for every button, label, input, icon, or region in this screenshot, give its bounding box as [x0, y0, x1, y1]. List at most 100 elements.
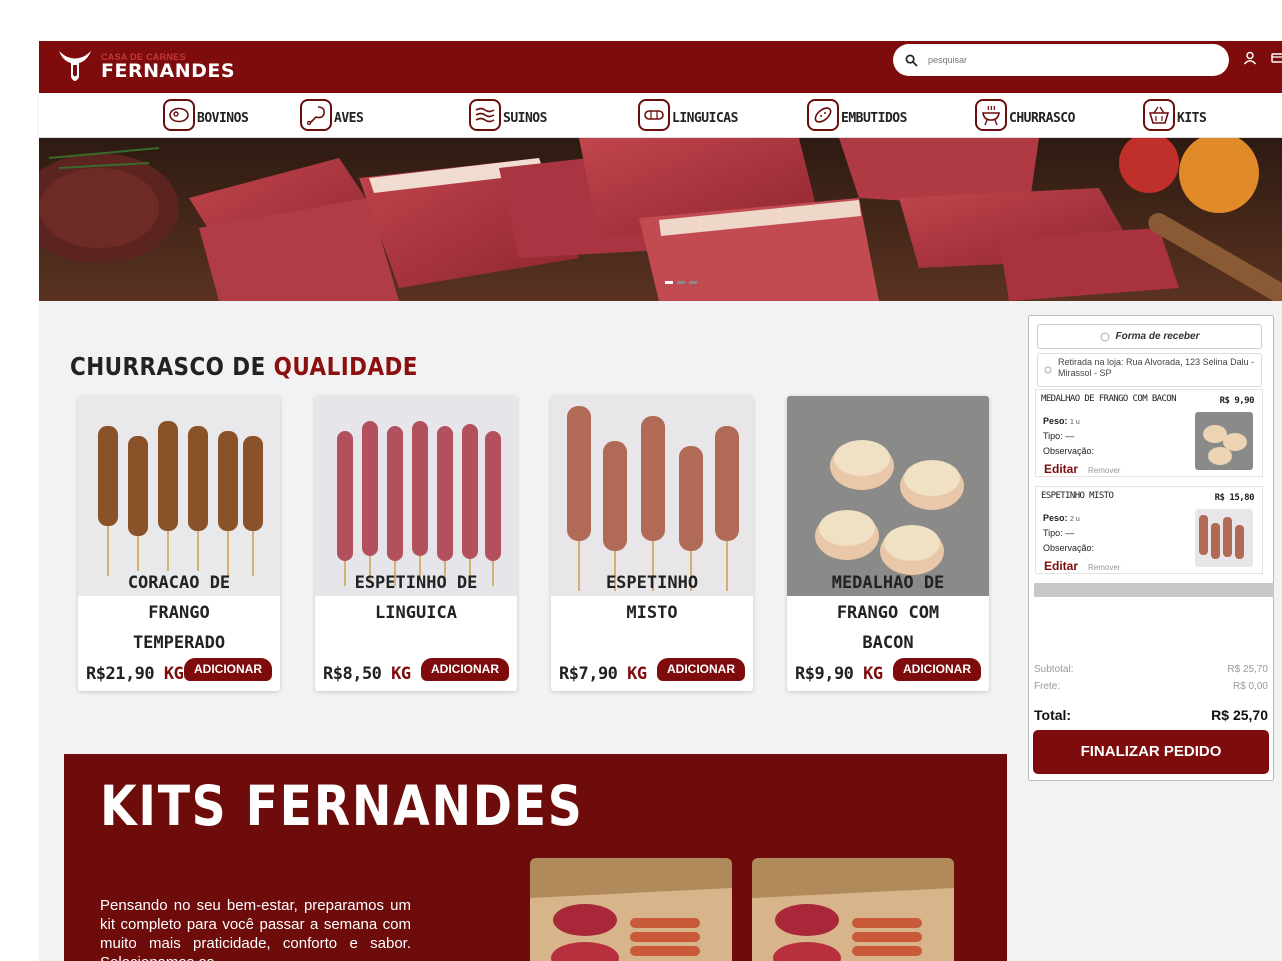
type-label: Tipo: — [1043, 528, 1063, 538]
basket-icon — [1143, 99, 1175, 131]
cart-item-type: Tipo: — — [1043, 431, 1074, 441]
total-value: R$ 25,70 — [1211, 707, 1268, 723]
category-label: KITS — [1177, 110, 1207, 126]
product-image — [315, 396, 517, 596]
product-card[interactable]: MEDALHAO DE FRANGO COM BACON R$9,90 KG A… — [787, 396, 989, 691]
cart-panel: Forma de receber Retirada na loja: Rua A… — [1028, 315, 1274, 781]
category-label: AVES — [334, 110, 364, 126]
category-embutidos[interactable]: EMBUTIDOS — [807, 99, 907, 131]
remove-item-button[interactable]: Remover — [1088, 563, 1120, 572]
search-input[interactable] — [928, 55, 1208, 65]
shipping-value: R$ 0,00 — [1232, 681, 1268, 692]
add-to-cart-button[interactable]: ADICIONAR — [421, 658, 509, 681]
category-bar: BOVINOS AVES SUINOS LINGUICAS EMBUTIDOS … — [39, 93, 1282, 138]
price-value: R$8,50 — [323, 664, 382, 684]
kits-description: Pensando no seu bem-estar, preparamos um… — [100, 897, 411, 961]
product-image — [78, 396, 280, 596]
price-unit: KG — [391, 664, 411, 684]
kits-section: KITS FERNANDES Pensando no seu bem-estar… — [64, 754, 1007, 961]
product-price: R$8,50 KG — [323, 664, 411, 684]
top-header: CASA DE CARNES FERNANDES — [39, 41, 1282, 93]
total-row: Total: R$ 25,70 — [1034, 707, 1268, 723]
edit-item-button[interactable]: Editar — [1044, 462, 1078, 476]
type-value: — — [1065, 431, 1075, 441]
product-image — [551, 396, 753, 596]
cart-item-weight: Peso: 1 u — [1043, 416, 1080, 426]
edit-item-button[interactable]: Editar — [1044, 559, 1078, 573]
receive-method-label: Forma de receber — [1115, 331, 1200, 342]
search-bar[interactable] — [893, 44, 1229, 76]
add-to-cart-button[interactable]: ADICIONAR — [657, 658, 745, 681]
category-linguicas[interactable]: LINGUICAS — [638, 99, 738, 131]
category-churrasco[interactable]: CHURRASCO — [975, 99, 1075, 131]
total-label: Total: — [1034, 707, 1072, 723]
page: CASA DE CARNES FERNANDES BOVINOS AVES SU… — [0, 0, 1282, 961]
radio-icon[interactable] — [1044, 366, 1052, 374]
cart-item-name: ESPETINHO MISTO — [1041, 491, 1114, 501]
section-title: CHURRASCO DE QUALIDADE — [70, 352, 418, 381]
cart-item-type: Tipo: — — [1043, 528, 1074, 538]
weight-label: Peso: — [1043, 416, 1068, 426]
product-card[interactable]: ESPETINHO MISTO R$7,90 KG ADICIONAR — [551, 396, 753, 691]
product-card[interactable]: CORACAO DE FRANGO TEMPERADO R$21,90 KG A… — [78, 396, 280, 691]
hero-banner[interactable] — [39, 138, 1282, 301]
logo[interactable]: CASA DE CARNES FERNANDES — [55, 41, 235, 93]
cart-item: MEDALHAO DE FRANGO COM BACON R$ 9,90 Pes… — [1035, 389, 1263, 477]
carousel-dot[interactable] — [689, 281, 697, 284]
cart-item-observation: Observação: — [1043, 446, 1095, 456]
product-price: R$21,90 KG — [86, 664, 184, 684]
pickup-option[interactable]: Retirada na loja: Rua Alvorada, 123 Seli… — [1037, 353, 1262, 387]
product-name: MEDALHAO DE FRANGO COM BACON — [831, 573, 945, 653]
cart-item-observation: Observação: — [1043, 543, 1095, 553]
checkout-button[interactable]: FINALIZAR PEDIDO — [1033, 730, 1269, 774]
kits-title: KITS FERNANDES — [100, 774, 584, 838]
section-title-part1: CHURRASCO DE — [70, 352, 274, 381]
meat-banner-image — [39, 138, 1282, 301]
subtotal-label: Subtotal: — [1034, 664, 1074, 675]
search-icon[interactable] — [905, 54, 918, 67]
cart-scrollbar[interactable] — [1034, 583, 1274, 597]
pickup-address: Retirada na loja: Rua Alvorada, 123 Seli… — [1058, 357, 1255, 378]
category-label: CHURRASCO — [1009, 110, 1075, 126]
kit-image[interactable] — [752, 858, 954, 961]
product-image — [787, 396, 989, 596]
cart-item-price: R$ 15,80 — [1214, 493, 1255, 503]
carousel-dot[interactable] — [677, 281, 685, 284]
price-unit: KG — [863, 664, 883, 684]
cart-icon[interactable] — [1271, 51, 1282, 65]
carousel-dot[interactable] — [665, 281, 673, 284]
type-value: — — [1065, 528, 1075, 538]
product-card[interactable]: ESPETINHO DE LINGUICA R$8,50 KG ADICIONA… — [315, 396, 517, 691]
cart-item-image — [1195, 509, 1253, 567]
grill-icon — [975, 99, 1007, 131]
product-name: ESPETINHO MISTO — [605, 573, 699, 623]
category-label: LINGUICAS — [672, 110, 738, 126]
category-suinos[interactable]: SUINOS — [469, 99, 547, 131]
add-to-cart-button[interactable]: ADICIONAR — [893, 658, 981, 681]
add-to-cart-button[interactable]: ADICIONAR — [184, 658, 272, 681]
product-name: ESPETINHO DE LINGUICA — [354, 573, 478, 623]
sausage-icon — [638, 99, 670, 131]
category-label: BOVINOS — [197, 110, 249, 126]
price-value: R$9,90 — [795, 664, 854, 684]
section-title-accent: QUALIDADE — [273, 352, 418, 381]
weight-value: 2 u — [1070, 516, 1080, 523]
category-bovinos[interactable]: BOVINOS — [163, 99, 249, 131]
category-label: SUINOS — [503, 110, 547, 126]
carousel-dots — [665, 281, 697, 284]
weight-value: 1 u — [1070, 419, 1080, 426]
category-label: EMBUTIDOS — [841, 110, 907, 126]
price-value: R$7,90 — [559, 664, 618, 684]
salami-icon — [807, 99, 839, 131]
steak-icon — [163, 99, 195, 131]
kit-image[interactable] — [530, 858, 732, 961]
remove-item-button[interactable]: Remover — [1088, 466, 1120, 475]
category-aves[interactable]: AVES — [300, 99, 364, 131]
receive-method-selector[interactable]: Forma de receber — [1037, 324, 1262, 349]
chicken-leg-icon — [300, 99, 332, 131]
user-icon[interactable] — [1243, 51, 1257, 65]
type-label: Tipo: — [1043, 431, 1063, 441]
product-name: CORACAO DE FRANGO TEMPERADO — [127, 573, 231, 653]
cart-item-image — [1195, 412, 1253, 470]
category-kits[interactable]: KITS — [1143, 99, 1207, 131]
